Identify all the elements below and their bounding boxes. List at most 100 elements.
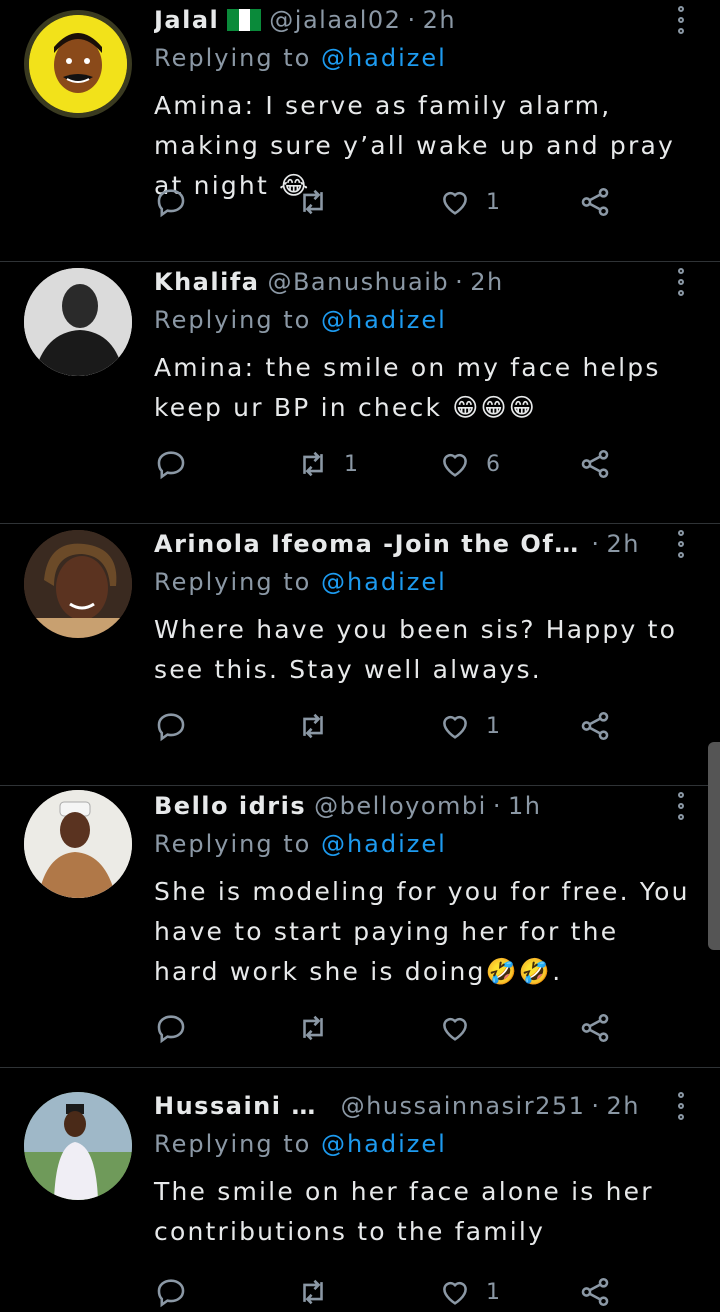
share-icon (581, 1277, 609, 1307)
timestamp: 2h (422, 6, 457, 34)
replying-to: Replying to @hadizel (154, 306, 447, 334)
heart-icon (443, 715, 467, 739)
reply-bubble-icon (157, 1015, 185, 1044)
action-bar (154, 1008, 624, 1048)
avatar-photo-icon (24, 268, 132, 376)
heart-icon (443, 1281, 467, 1305)
author-name[interactable]: Arinola Ifeoma -Join the Offic… (154, 530, 585, 558)
more-vertical-icon[interactable] (678, 268, 686, 301)
like-button[interactable]: 6 (438, 444, 500, 484)
share-icon (581, 1013, 609, 1043)
share-button[interactable] (578, 444, 612, 484)
reply-bubble-icon (157, 451, 185, 480)
tweet-text: The smile on her face alone is her contr… (154, 1177, 654, 1246)
avatar-photo-icon (24, 790, 132, 898)
avatar-photo-icon (24, 1092, 132, 1200)
tweet[interactable]: Khalifa @Banushuaib · 2h Replying to @ha… (0, 262, 720, 524)
like-count: 1 (486, 1279, 500, 1305)
replying-to: Replying to @hadizel (154, 830, 447, 858)
retweet-icon (303, 1279, 323, 1305)
replying-to: Replying to @hadizel (154, 568, 447, 596)
replying-to-label: Replying to (154, 306, 312, 334)
author-row: Hussaini Nasir @hussainnasir251 · 2h (154, 1086, 640, 1126)
share-button[interactable] (578, 706, 612, 746)
avatar[interactable] (24, 1092, 132, 1200)
replying-to-label: Replying to (154, 830, 312, 858)
author-handle[interactable]: @belloyombi (314, 792, 487, 820)
separator-dot: · (492, 792, 502, 820)
scrollbar-thumb[interactable] (708, 742, 720, 950)
share-icon (581, 711, 609, 741)
retweet-icon (303, 713, 323, 739)
author-row: Arinola Ifeoma -Join the Offic… · 2h (154, 524, 640, 564)
avatar[interactable] (24, 790, 132, 898)
action-bar: 1 (154, 706, 624, 746)
retweet-icon (303, 189, 323, 215)
share-button[interactable] (578, 182, 612, 222)
author-handle[interactable]: @Banushuaib (267, 268, 449, 296)
author-row: Khalifa @Banushuaib · 2h (154, 262, 640, 302)
more-vertical-icon[interactable] (678, 530, 686, 563)
tweet[interactable]: Bello idris @belloyombi · 1h Replying to… (0, 786, 720, 1068)
reply-mention-link[interactable]: @hadizel (321, 44, 447, 72)
tweet-text: She is modeling for you for free. You ha… (154, 877, 690, 986)
replying-to: Replying to @hadizel (154, 44, 447, 72)
replying-to: Replying to @hadizel (154, 1130, 447, 1158)
like-count: 6 (486, 451, 500, 477)
share-button[interactable] (578, 1008, 612, 1048)
reply-button[interactable] (154, 706, 202, 746)
author-handle[interactable]: @jalaal02 (269, 6, 401, 34)
reply-bubble-icon (157, 1279, 185, 1308)
reply-mention-link[interactable]: @hadizel (321, 306, 447, 334)
author-name[interactable]: Bello idris (154, 792, 306, 820)
action-bar: 1 (154, 182, 624, 222)
more-vertical-icon[interactable] (678, 792, 686, 825)
retweet-count: 1 (344, 451, 358, 477)
reply-button[interactable] (154, 1272, 202, 1312)
share-icon (581, 187, 609, 217)
author-name[interactable]: Jalal (154, 6, 219, 34)
avatar[interactable] (24, 530, 132, 638)
tweet-text: Amina: the smile on my face helps keep u… (154, 353, 661, 422)
like-button[interactable]: 1 (438, 182, 500, 222)
like-button[interactable] (438, 1008, 486, 1048)
author-name[interactable]: Khalifa (154, 268, 259, 296)
author-name[interactable]: Hussaini Nasir (154, 1092, 333, 1120)
retweet-button[interactable]: 1 (296, 444, 358, 484)
reply-mention-link[interactable]: @hadizel (321, 568, 447, 596)
reply-button[interactable] (154, 1008, 202, 1048)
author-handle[interactable]: @hussainnasir251 (341, 1092, 586, 1120)
retweet-button[interactable] (296, 1008, 344, 1048)
separator-dot: · (407, 6, 417, 34)
replying-to-label: Replying to (154, 44, 312, 72)
reply-mention-link[interactable]: @hadizel (321, 1130, 447, 1158)
heart-icon (443, 453, 467, 477)
reply-button[interactable] (154, 182, 202, 222)
reply-button[interactable] (154, 444, 202, 484)
like-button[interactable]: 1 (438, 1272, 500, 1312)
action-bar: 1 6 (154, 444, 624, 484)
separator-dot: · (455, 268, 465, 296)
retweet-button[interactable] (296, 1272, 344, 1312)
like-count: 1 (486, 713, 500, 739)
author-row: Bello idris @belloyombi · 1h (154, 786, 640, 826)
avatar-face-icon (29, 15, 127, 113)
share-button[interactable] (578, 1272, 612, 1312)
tweet[interactable]: Hussaini Nasir @hussainnasir251 · 2h Rep… (0, 1086, 720, 1308)
reply-mention-link[interactable]: @hadizel (321, 830, 447, 858)
more-vertical-icon[interactable] (678, 1092, 686, 1125)
retweet-button[interactable] (296, 182, 344, 222)
avatar[interactable] (24, 10, 132, 118)
action-bar: 1 (154, 1272, 624, 1312)
avatar[interactable] (24, 268, 132, 376)
timestamp: 2h (470, 268, 504, 296)
retweet-button[interactable] (296, 706, 344, 746)
retweet-icon (303, 451, 323, 477)
replying-to-label: Replying to (154, 568, 312, 596)
more-vertical-icon[interactable] (678, 6, 686, 39)
reply-bubble-icon (157, 189, 185, 218)
tweet[interactable]: Jalal @jalaal02 · 2h Replying to @hadize… (0, 0, 720, 262)
separator-dot: · (591, 1092, 601, 1120)
like-button[interactable]: 1 (438, 706, 500, 746)
tweet[interactable]: Arinola Ifeoma -Join the Offic… · 2h Rep… (0, 524, 720, 786)
